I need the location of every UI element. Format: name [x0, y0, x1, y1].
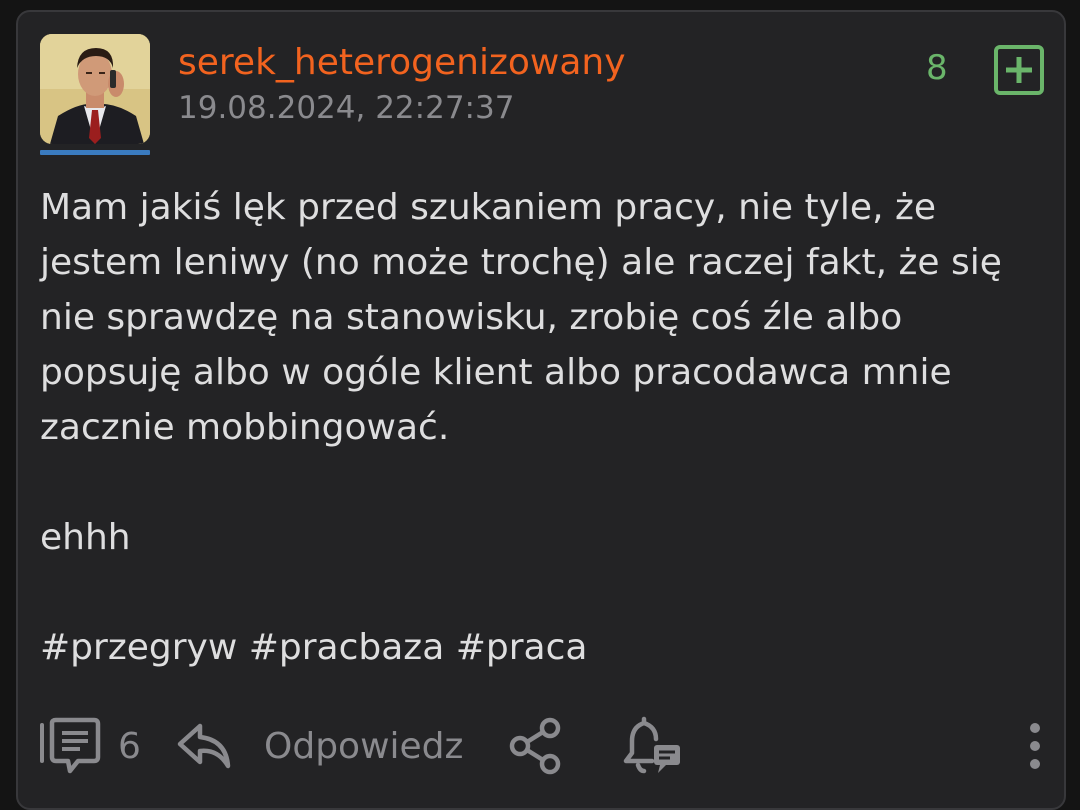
post-actions: 6 Odpowiedz [38, 716, 1048, 786]
post-text-line: zacznie mobbingować. [40, 407, 450, 448]
vote-score: 8 [926, 48, 948, 88]
reply-arrow-icon [177, 723, 231, 769]
more-vertical-icon [1030, 723, 1040, 769]
notify-button[interactable] [622, 716, 684, 776]
reply-button[interactable]: Odpowiedz [176, 716, 463, 776]
plus-square-icon [994, 45, 1044, 95]
share-button[interactable] [506, 716, 566, 776]
comments-icon [40, 717, 101, 774]
post-datetime: 19.08.2024, 22:27:37 [178, 90, 515, 126]
post-text-line: jestem leniwy (no może trochę) ale racze… [40, 242, 1002, 283]
avatar[interactable] [40, 34, 150, 156]
reply-label: Odpowiedz [264, 725, 464, 767]
share-icon [509, 717, 561, 775]
comments-count: 6 [118, 725, 141, 767]
post-text-line: popsuję albo w ogóle klient albo pracoda… [40, 352, 952, 393]
more-button[interactable] [1028, 716, 1042, 776]
post-content: Mam jakiś lęk przed szukaniem pracy, nie… [40, 180, 1030, 675]
post-card: serek_heterogenizowany 19.08.2024, 22:27… [16, 10, 1066, 810]
bell-comment-icon [623, 716, 680, 774]
post-text-line: nie sprawdzę na stanowisku, zrobię coś ź… [40, 297, 903, 338]
upvote-button[interactable] [993, 44, 1045, 96]
tag-link[interactable]: #pracbaza [249, 627, 445, 668]
avatar-status-bar [40, 150, 150, 155]
tag-link[interactable]: #praca [456, 627, 588, 668]
username-link[interactable]: serek_heterogenizowany [178, 42, 626, 83]
avatar-image [40, 34, 150, 144]
comments-button[interactable]: 6 [38, 716, 141, 776]
post-text-line: Mam jakiś lęk przed szukaniem pracy, nie… [40, 187, 937, 228]
tag-link[interactable]: #przegryw [40, 627, 237, 668]
post-tags: #przegryw #pracbaza #praca [40, 620, 1030, 675]
post-text-line: ehhh [40, 517, 131, 558]
